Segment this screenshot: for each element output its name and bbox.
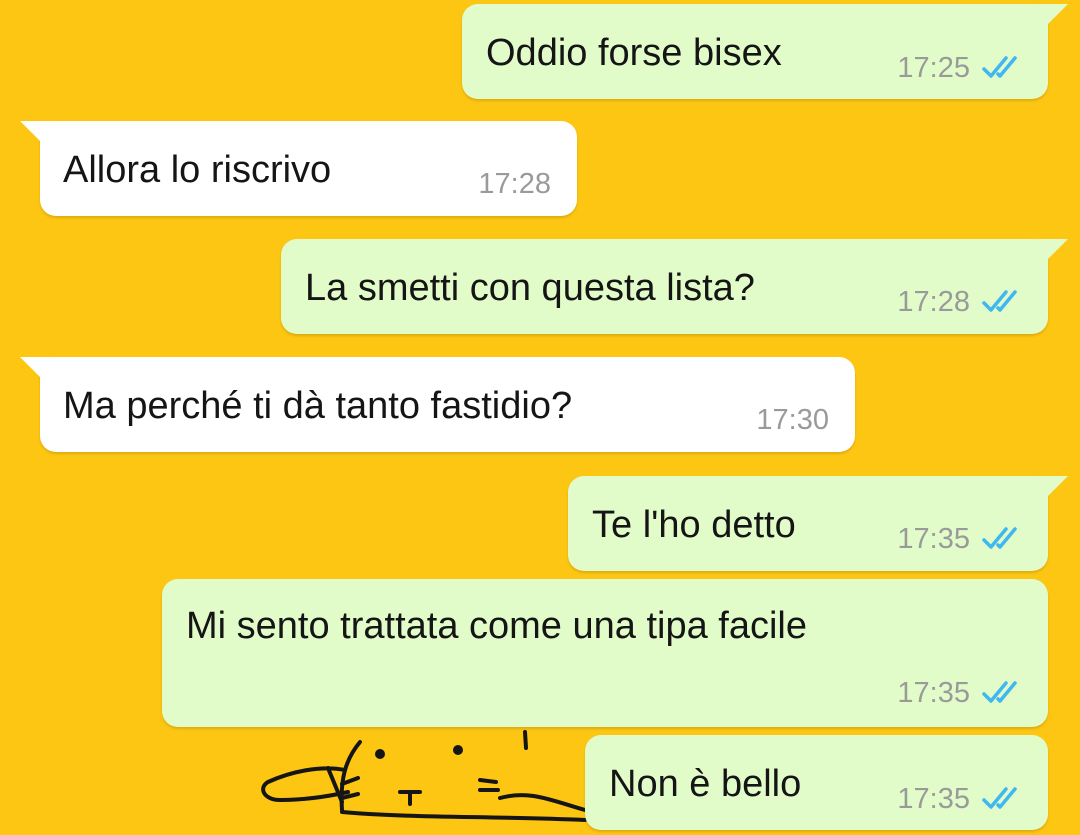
- double-check-read-icon: [982, 527, 1017, 549]
- message-incoming[interactable]: Allora lo riscrivo 17:28: [20, 121, 577, 216]
- message-text: La smetti con questa lista?: [305, 267, 755, 309]
- bubble-tail: [1034, 4, 1068, 34]
- message-text: Allora lo riscrivo: [63, 149, 332, 191]
- message-time: 17:35: [897, 523, 970, 555]
- message-time: 17:28: [478, 168, 551, 200]
- message-time: 17:25: [897, 52, 970, 84]
- message-time: 17:30: [756, 404, 829, 436]
- message-meta: 17:35: [897, 677, 1022, 709]
- message-text: Te l'ho detto: [592, 504, 796, 546]
- bubble-tail: [20, 121, 54, 151]
- bubble-tail: [1034, 476, 1068, 506]
- message-text: Ma perché ti dà tanto fastidio?: [63, 385, 573, 427]
- message-text: Non è bello: [609, 763, 802, 805]
- message-outgoing[interactable]: Te l'ho detto 17:35: [568, 476, 1068, 571]
- message-outgoing[interactable]: Mi sento trattata come una tipa facile 1…: [162, 579, 1048, 727]
- message-time: 17:35: [897, 783, 970, 815]
- cat-doodle-icon: [261, 730, 587, 822]
- message-time: 17:28: [897, 286, 970, 318]
- bubble-tail: [20, 357, 54, 387]
- double-check-read-icon: [982, 290, 1017, 312]
- message-text: Mi sento trattata come una tipa facile: [186, 605, 807, 647]
- message-meta: 17:28: [897, 286, 1022, 318]
- message-time: 17:35: [897, 677, 970, 709]
- message-outgoing[interactable]: La smetti con questa lista? 17:28: [281, 239, 1068, 334]
- message-meta: 17:25: [897, 52, 1022, 84]
- message-meta: 17:35: [897, 523, 1022, 555]
- double-check-read-icon: [982, 787, 1017, 809]
- message-outgoing[interactable]: Non è bello 17:35: [585, 735, 1048, 830]
- bubble-tail: [1034, 239, 1068, 269]
- message-meta: 17:28: [478, 168, 551, 200]
- message-meta: 17:30: [756, 404, 829, 436]
- message-outgoing[interactable]: Oddio forse bisex 17:25: [462, 4, 1068, 99]
- message-text: Oddio forse bisex: [486, 32, 782, 74]
- double-check-read-icon: [982, 56, 1017, 78]
- double-check-read-icon: [982, 681, 1017, 703]
- message-incoming[interactable]: Ma perché ti dà tanto fastidio? 17:30: [20, 357, 855, 452]
- chat-conversation[interactable]: Oddio forse bisex 17:25 Allora lo riscri…: [0, 0, 1080, 835]
- message-meta: 17:35: [897, 783, 1022, 815]
